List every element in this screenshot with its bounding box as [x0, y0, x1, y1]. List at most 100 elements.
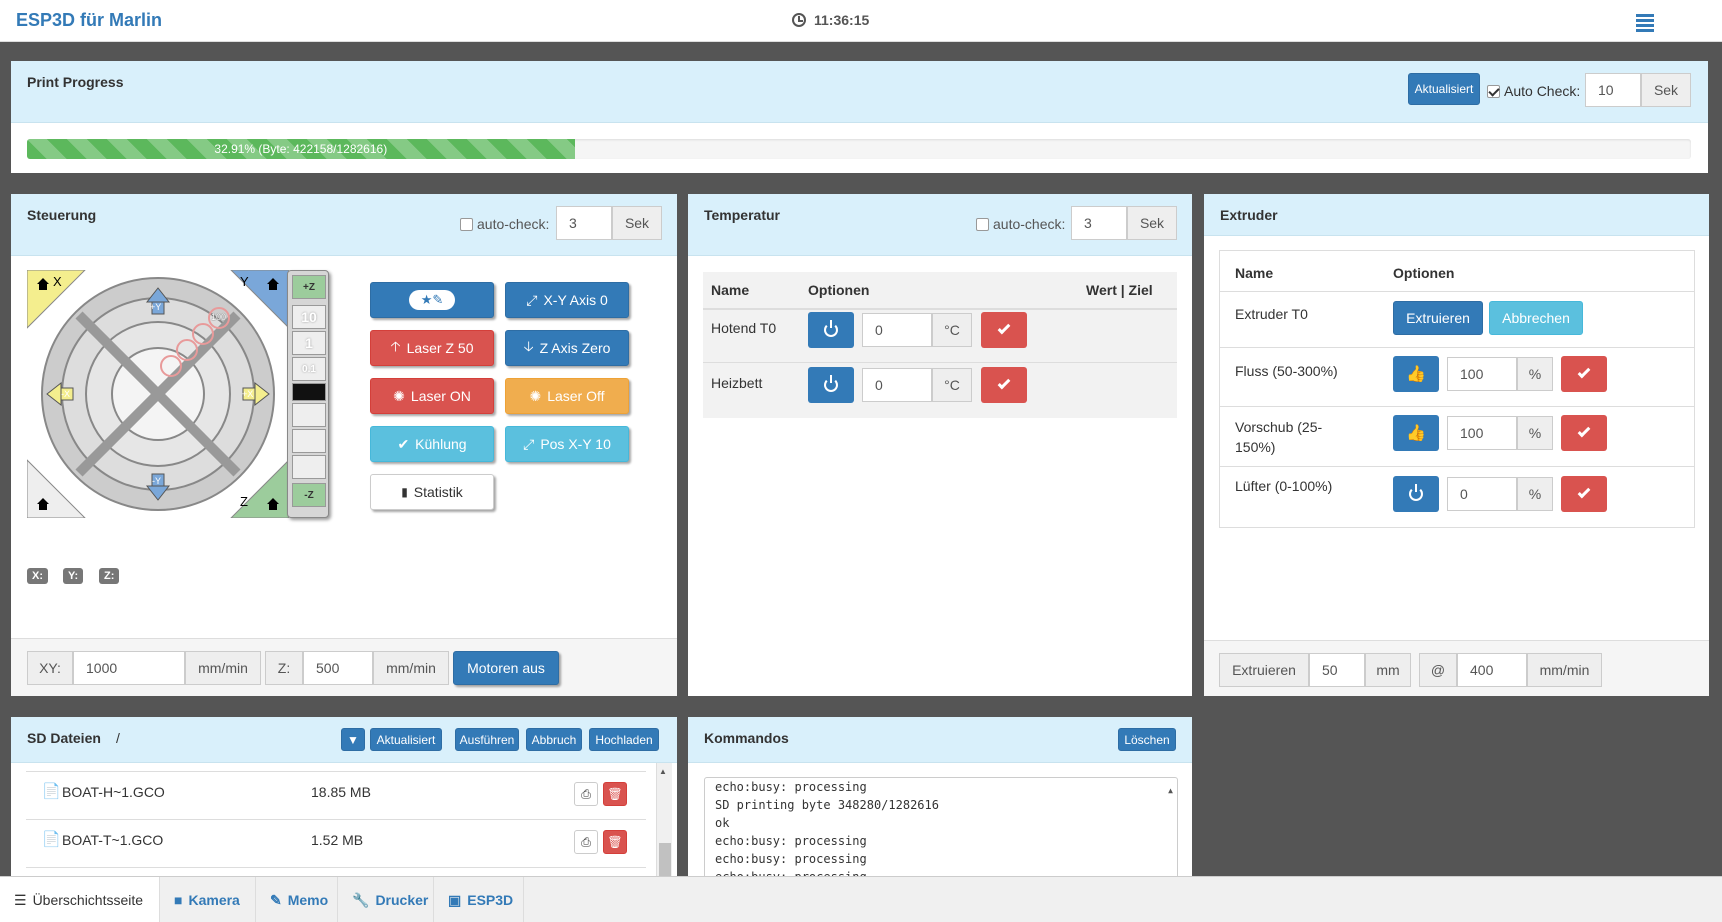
plus-x-label[interactable]: +X — [242, 389, 253, 399]
macro-button[interactable]: ★✎ — [370, 282, 494, 318]
hotend-target-input[interactable]: 0 — [862, 313, 932, 347]
file-row[interactable]: 📄 BOAT-H~1.GCO 18.85 MB ⎙ 🗑 — [26, 772, 646, 820]
plus-y-label[interactable]: +Y — [150, 302, 161, 312]
statistics-button[interactable]: ▮ Statistik — [370, 474, 494, 510]
step-100-label[interactable]: 100 — [211, 312, 226, 322]
feedrate-input[interactable]: 100 — [1447, 416, 1517, 450]
pos-xy10-button[interactable]: ⤢ Pos X-Y 10 — [505, 426, 629, 462]
refresh-button[interactable]: Aktualisiert — [1408, 73, 1480, 105]
expand-icon: ⤢ — [523, 435, 535, 452]
xy-feedrate-unit: mm/min — [185, 651, 261, 685]
file-name[interactable]: BOAT-H~1.GCO — [62, 784, 165, 800]
sd-path[interactable]: / — [116, 730, 120, 746]
tab-memo[interactable]: ✎ Memo — [256, 877, 338, 922]
temperature-title: Temperatur — [704, 207, 780, 223]
run-button[interactable]: Ausführen — [455, 728, 519, 751]
scroll-thumb[interactable] — [659, 843, 671, 877]
flow-set-button[interactable] — [1561, 356, 1607, 392]
abort-extrude-button[interactable]: Abbrechen — [1489, 301, 1583, 335]
upload-button[interactable]: Hochladen — [589, 728, 659, 751]
xy-axis-zero-button[interactable]: ⤢ X-Y Axis 0 — [505, 282, 629, 318]
minus-z-button[interactable]: -Z — [292, 483, 326, 507]
cooling-label: Kühlung — [415, 436, 467, 452]
header-divider — [703, 308, 1177, 310]
hotend-set-button[interactable] — [981, 312, 1027, 348]
feedrate-reset-button[interactable]: 👍 — [1393, 415, 1439, 451]
z-feedrate-input[interactable]: 500 — [303, 651, 373, 685]
extrude-length-input[interactable]: 50 — [1309, 653, 1365, 687]
z-step-down-10[interactable] — [292, 455, 326, 479]
sd-scrollbar[interactable]: ▲ — [656, 763, 672, 877]
motors-off-button[interactable]: Motoren aus — [453, 651, 559, 685]
delete-file-button[interactable]: 🗑 — [603, 782, 627, 806]
hotend-off-button[interactable] — [808, 312, 854, 348]
minus-x-label[interactable]: -X — [61, 389, 70, 399]
tab-dashboard[interactable]: ☰ Überschichtsseite — [0, 877, 160, 922]
auto-check-checkbox[interactable] — [1487, 85, 1500, 98]
flow-reset-button[interactable]: 👍 — [1393, 356, 1439, 392]
delete-file-button[interactable]: 🗑 — [603, 830, 627, 854]
file-row[interactable]: 📄 BOAT-T~1.GCO 1.52 MB ⎙ 🗑 — [26, 820, 646, 868]
bed-target-input[interactable]: 0 — [862, 368, 932, 402]
menu-icon[interactable] — [1636, 14, 1654, 32]
scroll-up-icon[interactable]: ▲ — [1168, 782, 1173, 800]
z-center[interactable] — [292, 383, 326, 401]
temperature-interval-input[interactable]: 3 — [1071, 206, 1127, 240]
minus-y-label[interactable]: -Y — [152, 476, 161, 486]
flow-input[interactable]: 100 — [1447, 357, 1517, 391]
laser-z50-button[interactable]: 🡡 Laser Z 50 — [370, 330, 494, 366]
extrude-button[interactable]: Extruieren — [1393, 301, 1483, 335]
tab-camera[interactable]: ■ Kamera — [160, 877, 256, 922]
z-step-down-1[interactable] — [292, 429, 326, 453]
bed-set-button[interactable] — [981, 367, 1027, 403]
command-log[interactable]: echo:busy: processing SD printing byte 3… — [704, 777, 1178, 877]
feedrate-set-button[interactable] — [1561, 415, 1607, 451]
plus-z-button[interactable]: +Z — [292, 275, 326, 299]
print-file-button[interactable]: ⎙ — [574, 830, 598, 854]
home-x-label[interactable]: X — [53, 274, 62, 289]
z-axis-zero-label: Z Axis Zero — [539, 340, 611, 356]
abort-button[interactable]: Abbruch — [526, 728, 582, 751]
z-step-down-01[interactable] — [292, 403, 326, 427]
laser-on-button[interactable]: ✺ Laser ON — [370, 378, 494, 414]
auto-check-interval-input[interactable]: 10 — [1585, 73, 1641, 107]
z-axis-zero-button[interactable]: 🡣 Z Axis Zero — [505, 330, 629, 366]
bed-off-button[interactable] — [808, 367, 854, 403]
clear-button[interactable]: Löschen — [1118, 728, 1176, 751]
fan-set-button[interactable] — [1561, 476, 1607, 512]
control-interval-input[interactable]: 3 — [556, 206, 612, 240]
extruder-panel: Extruder Name Optionen Extruder T0 Extru… — [1204, 194, 1709, 696]
app-title[interactable]: ESP3D für Marlin — [16, 10, 162, 31]
fan-input[interactable]: 0 — [1447, 477, 1517, 511]
home-z-label[interactable]: Z — [240, 494, 248, 509]
xy-feedrate: XY: 1000 mm/min — [27, 651, 261, 685]
z-step-10[interactable]: 10 — [292, 305, 326, 329]
fan-off-button[interactable] — [1393, 476, 1439, 512]
z-step-01[interactable]: 0.1 — [292, 357, 326, 381]
laser-on-label: Laser ON — [410, 388, 471, 404]
extrude-speed-input[interactable]: 400 — [1457, 653, 1527, 687]
filter-button[interactable]: ▼ — [341, 728, 365, 751]
hotend-unit: °C — [932, 313, 972, 347]
tab-esp3d-label: ESP3D — [467, 892, 514, 908]
sd-refresh-button[interactable]: Aktualisiert — [370, 728, 442, 751]
cooling-button[interactable]: ✔ Kühlung — [370, 426, 494, 462]
position-z-badge: Z: — [99, 568, 120, 584]
file-name[interactable]: BOAT-T~1.GCO — [62, 832, 163, 848]
tab-printer[interactable]: 🔧 Drucker — [338, 877, 434, 922]
position-x-badge: X: — [27, 568, 48, 584]
filter-icon: ▼ — [347, 732, 359, 747]
xy-feedrate-input[interactable]: 1000 — [73, 651, 185, 685]
print-file-button[interactable]: ⎙ — [574, 782, 598, 806]
laser-off-button[interactable]: ✺ Laser Off — [505, 378, 629, 414]
tab-esp3d[interactable]: ▣ ESP3D — [434, 877, 524, 922]
z-step-1[interactable]: 1 — [292, 331, 326, 355]
home-y-label[interactable]: Y — [240, 274, 249, 289]
check-icon — [997, 321, 1011, 335]
sd-files-panel: SD Dateien / ▼ Aktualisiert Ausführen Ab… — [11, 717, 677, 877]
control-interval: 3 Sek — [556, 206, 662, 240]
control-auto-check-checkbox[interactable] — [460, 218, 473, 231]
temperature-auto-check-checkbox[interactable] — [976, 218, 989, 231]
flow-unit: % — [1517, 357, 1553, 391]
scroll-up-icon[interactable]: ▲ — [659, 767, 667, 776]
